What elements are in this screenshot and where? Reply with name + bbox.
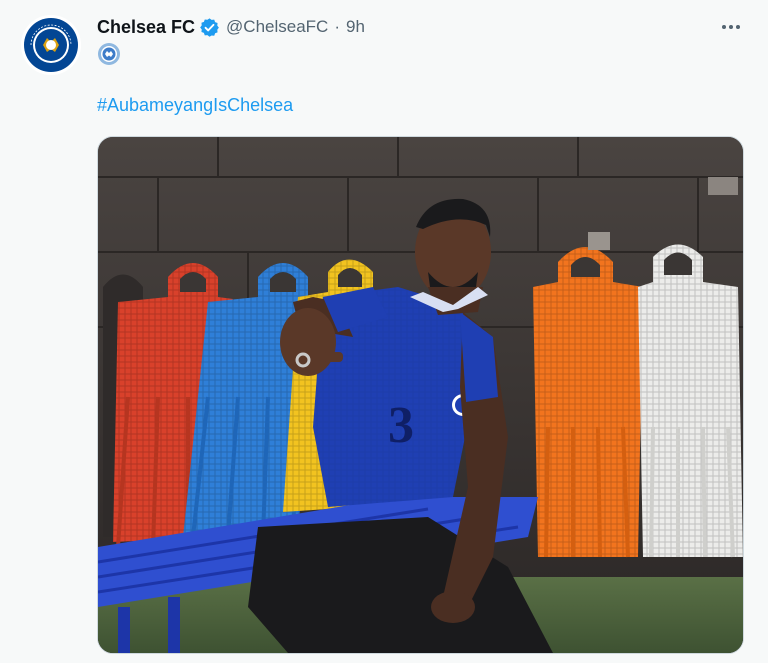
chelsea-crest-icon [21, 15, 81, 75]
display-name[interactable]: Chelsea FC [97, 17, 195, 38]
player-photo-image: 3 [98, 137, 743, 653]
verified-badge-icon [199, 17, 220, 38]
tweet-card[interactable]: Chelsea FC @ChelseaFC · 9h #AubameyangIs… [0, 0, 768, 663]
author-row: Chelsea FC @ChelseaFC · 9h [97, 14, 365, 40]
svg-text:3: 3 [388, 397, 414, 454]
handle[interactable]: @ChelseaFC [226, 17, 328, 37]
avatar[interactable] [21, 15, 81, 75]
chelsea-emoji-icon [97, 42, 121, 66]
hashtag-link[interactable]: #AubameyangIsChelsea [97, 95, 293, 116]
tweet-photo[interactable]: 3 [97, 136, 744, 654]
timestamp[interactable]: 9h [346, 17, 365, 37]
more-dots-icon[interactable] [718, 14, 744, 40]
separator-dot: · [334, 17, 341, 36]
